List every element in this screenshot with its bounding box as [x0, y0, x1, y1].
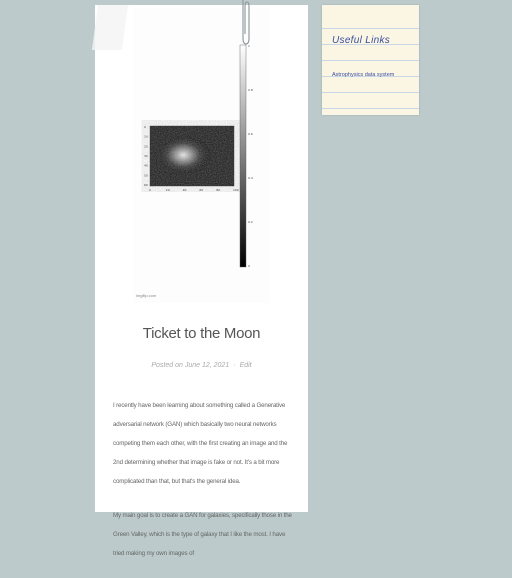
post-paragraph: I recently have been learning about some…: [113, 402, 288, 485]
decorative-tab: [91, 5, 129, 50]
colorbar-tick-label: 0.8: [248, 88, 253, 92]
galaxy-plot: 0 20 40 60 80 100 0102030405060 10.80.60.40.2…: [144, 44, 253, 268]
post-body: I recently have been learning about some…: [113, 396, 293, 578]
x-tick-label: 0: [149, 188, 151, 192]
y-tick-label: 60: [144, 183, 148, 187]
sidebar-link-ads[interactable]: Astrophysics data system: [332, 72, 394, 78]
colorbar-tick-label: 0.2: [248, 220, 253, 224]
image-credit: imgflip.com: [136, 293, 157, 298]
colorbar-tick-label: 0: [248, 264, 250, 268]
colorbar: [239, 44, 247, 268]
colorbar-tick-label: 0.6: [248, 132, 253, 136]
sidebar-widget-useful-links: Useful Links Astrophysics data system: [322, 5, 419, 115]
post-paragraph: My main goal is to create a GAN for gala…: [113, 512, 292, 557]
paperclip-icon: [242, 0, 250, 45]
x-tick-label: 80: [216, 188, 220, 192]
x-tick-label: 60: [199, 188, 203, 192]
post-meta: Posted on June 12, 2021 · Edit: [151, 362, 252, 369]
post-title[interactable]: Ticket to the Moon: [95, 325, 308, 342]
y-tick-label: 40: [144, 164, 148, 168]
x-tick-label: 20: [166, 188, 170, 192]
y-tick-label: 0: [144, 125, 146, 129]
widget-title: Useful Links: [332, 35, 391, 46]
y-tick-label: 10: [144, 135, 148, 139]
y-tick-label: 50: [144, 173, 148, 177]
post-featured-image: 0 20 40 60 80 100 0 10 20 30 40 50 60 1 0.8 0.6 0.4 0.2…: [133, 8, 269, 303]
x-tick-label: 100: [233, 188, 239, 192]
edit-link[interactable]: Edit: [240, 362, 252, 369]
colorbar-tick-label: 0.4: [248, 176, 253, 180]
y-tick-label: 30: [144, 154, 148, 158]
x-tick-label: 40: [183, 188, 187, 192]
galaxy-noise: [150, 126, 234, 186]
post-date[interactable]: Posted on June 12, 2021: [151, 362, 229, 369]
y-tick-label: 20: [144, 144, 148, 148]
